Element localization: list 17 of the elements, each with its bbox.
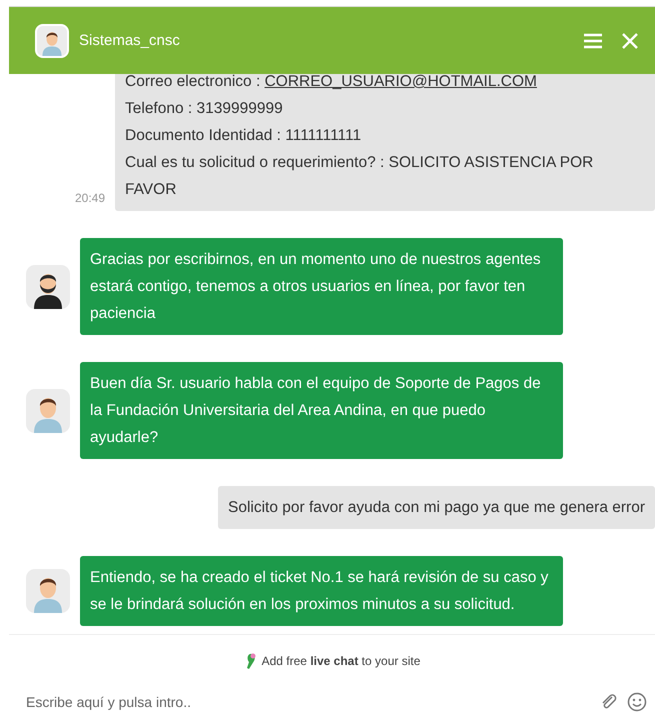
agent-message: Entiendo, se ha creado el ticket No.1 se hará revisión de su caso y se le brindará solución en los proximos minutos a su solicitud. <box>80 556 563 626</box>
message-line: Cual es tu solicitud o requerimiento? : SOLICITO ASISTENCIA POR FAVOR <box>125 153 594 200</box>
agent-message: Buen día Sr. usuario habla con el equipo de Soporte de Pagos de la Fundación Universitaria del Area Andina, en que puedo ayudarle? <box>80 362 563 459</box>
avatar-icon <box>37 26 67 56</box>
avatar-icon <box>26 388 70 432</box>
agent-message: Gracias por escribirnos, en un momento uno de nuestros agentes estará contigo, tenemos a otros usuarios en línea, por favor ten paciencia <box>80 238 563 335</box>
emoji-icon[interactable] <box>627 692 647 712</box>
avatar-icon <box>26 569 70 613</box>
email-link[interactable]: CORREO_USUARIO@HOTMAIL.COM <box>264 74 537 90</box>
message-line: Correo electronico : CORREO_USUARIO@HOTMAIL.COM <box>125 74 538 92</box>
window-title: Sistemas_cnsc <box>79 32 181 49</box>
message-line: Solicito por favor ayuda con mi pago ya que me genera error <box>228 498 645 518</box>
message-time: 20:49 <box>74 191 105 205</box>
message-line: Documento Identidad : 1111111111 <box>125 126 362 146</box>
avatar-icon <box>26 264 70 308</box>
message-line: Telefono : 3139999999 <box>125 99 284 119</box>
branding-text[interactable]: Add free live chat to your site <box>262 654 420 668</box>
